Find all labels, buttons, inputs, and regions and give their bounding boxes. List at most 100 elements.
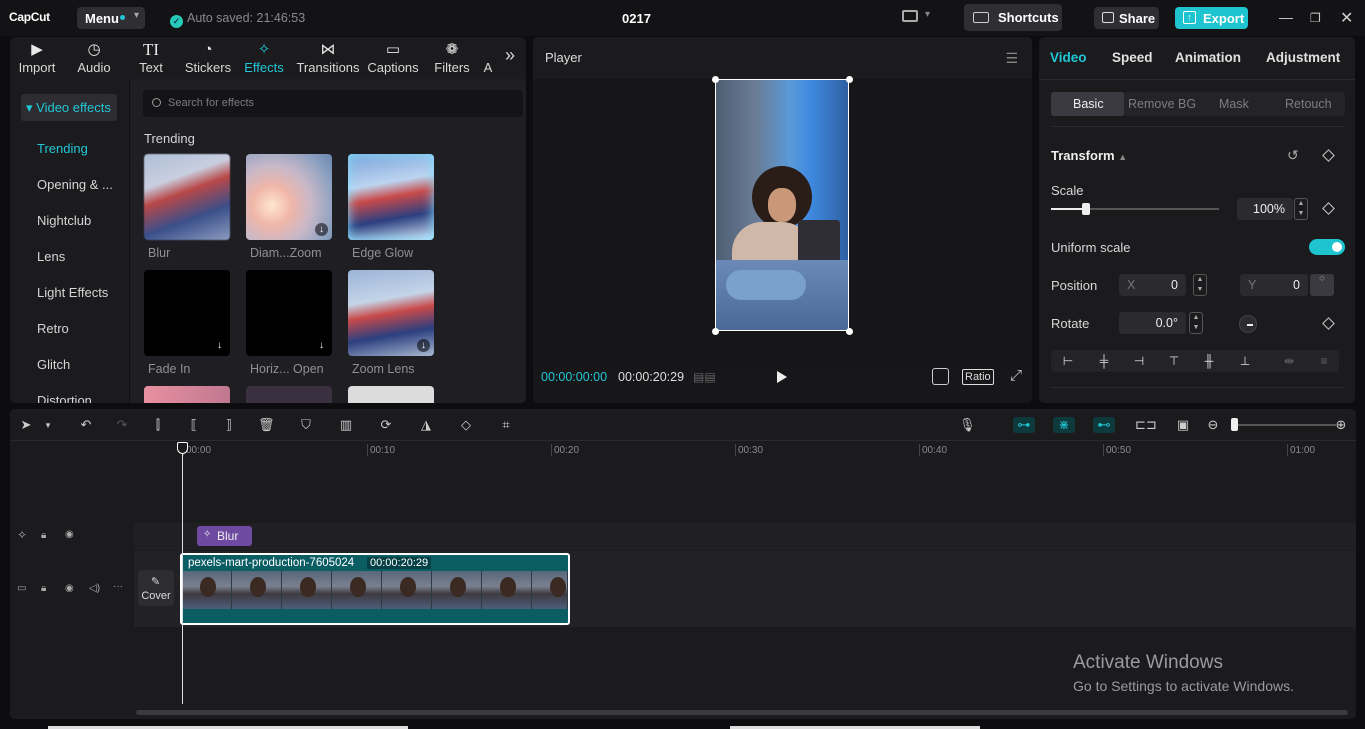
preview-axis-icon[interactable]: ▣: [1175, 417, 1191, 433]
ratio-button[interactable]: Ratio: [962, 369, 994, 385]
snapshot-icon[interactable]: [932, 368, 949, 385]
zoom-slider-knob[interactable]: [1231, 418, 1238, 431]
effect-tile-partial[interactable]: [246, 386, 332, 403]
link-main-track-icon[interactable]: ⊶: [1013, 417, 1035, 433]
keyframe-icon[interactable]: [1322, 317, 1335, 330]
delete-right-icon[interactable]: ⟧: [221, 417, 237, 433]
effect-tile-horizontal-open[interactable]: ↓: [246, 270, 332, 356]
sidebar-head-video-effects[interactable]: ▾ Video effects: [21, 94, 117, 121]
keyframe-icon[interactable]: [1322, 149, 1335, 162]
split-icon[interactable]: ⫿: [150, 417, 166, 433]
scale-slider-knob[interactable]: [1082, 203, 1091, 215]
horizontal-scrollbar[interactable]: [136, 710, 1348, 715]
tab-animation[interactable]: Animation: [1175, 50, 1241, 65]
fullscreen-icon[interactable]: ⤢: [1010, 367, 1022, 384]
resize-handle[interactable]: [846, 328, 853, 335]
align-right-icon[interactable]: ⊣: [1132, 354, 1146, 368]
crop-icon[interactable]: ⌗: [498, 417, 514, 433]
align-left-icon[interactable]: ⊢: [1061, 354, 1075, 368]
rotate-input[interactable]: 0.0°: [1119, 312, 1186, 334]
eye-icon[interactable]: ◉: [65, 529, 74, 540]
sidebar-item-lens[interactable]: Lens: [37, 249, 65, 264]
align-bottom-icon[interactable]: ⊥: [1238, 354, 1252, 368]
split-screen-icon[interactable]: ⊏⊐: [1135, 417, 1157, 433]
more-icon[interactable]: ···: [113, 581, 123, 592]
sidebar-item-retro[interactable]: Retro: [37, 321, 69, 336]
search-input[interactable]: Search for effects: [143, 90, 523, 117]
effect-tile-fade-in[interactable]: ↓: [144, 270, 230, 356]
resize-handle[interactable]: [846, 76, 853, 83]
uniform-scale-toggle[interactable]: [1309, 239, 1345, 255]
effect-tile-partial[interactable]: [144, 386, 230, 403]
minimize-icon[interactable]: —: [1279, 9, 1293, 25]
close-icon[interactable]: ✕: [1340, 8, 1353, 28]
delete-left-icon[interactable]: ⟦: [186, 417, 202, 433]
subtab-basic[interactable]: Basic: [1073, 97, 1104, 111]
menu-button[interactable]: Menu ▾: [77, 7, 145, 29]
play-icon[interactable]: [777, 371, 787, 383]
playhead-handle[interactable]: [177, 442, 188, 454]
align-center-v-icon[interactable]: ╫: [1202, 354, 1216, 368]
align-center-h-icon[interactable]: ╪: [1097, 354, 1111, 368]
layout-icon[interactable]: [902, 10, 918, 22]
sidebar-item-trending[interactable]: Trending: [37, 141, 88, 156]
shortcuts-button[interactable]: Shortcuts: [964, 4, 1062, 31]
undo-icon[interactable]: ↶: [78, 417, 94, 433]
time-ruler[interactable]: 00:00 00:10 00:20 00:30 00:40 00:50 01:0…: [134, 442, 1356, 462]
subtab-remove-bg[interactable]: Remove BG: [1128, 97, 1196, 111]
tab-adjustment[interactable]: Adjustment: [1266, 50, 1340, 65]
microphone-icon[interactable]: 🎙: [959, 417, 976, 433]
tab-stickers[interactable]: ◔ Stickers: [182, 37, 234, 79]
tab-captions[interactable]: ▭ Captions: [366, 37, 420, 79]
video-clip[interactable]: pexels-mart-production-7605024 00:00:20:…: [180, 553, 570, 625]
lock-icon[interactable]: 🔒︎: [41, 530, 46, 541]
zoom-out-icon[interactable]: ⊖: [1205, 417, 1221, 433]
effect-tile-edge-glow[interactable]: [348, 154, 434, 240]
effect-tile-partial[interactable]: [348, 386, 434, 403]
playhead[interactable]: [177, 442, 188, 704]
magnet-snap-icon[interactable]: ⋇: [1053, 417, 1075, 433]
speaker-icon[interactable]: ◁): [89, 583, 100, 594]
position-y-input[interactable]: Y0: [1240, 274, 1308, 296]
tab-speed[interactable]: Speed: [1112, 50, 1153, 65]
keyframe-icon[interactable]: [1322, 202, 1335, 215]
sidebar-item-light-effects[interactable]: Light Effects: [37, 285, 108, 300]
redo-icon[interactable]: ↷: [114, 417, 130, 433]
eye-icon[interactable]: ◉: [65, 583, 74, 594]
sidebar-item-opening[interactable]: Opening & ...: [37, 177, 113, 192]
rotate-stepper[interactable]: ▲ ▼: [1189, 312, 1203, 334]
effect-tile-zoom-lens[interactable]: ↓: [348, 270, 434, 356]
scale-stepper[interactable]: ▲ ▼: [1294, 198, 1308, 220]
subtab-mask[interactable]: Mask: [1219, 97, 1249, 111]
rotate-icon[interactable]: ◇: [458, 417, 474, 433]
chevron-down-icon[interactable]: ▾: [925, 9, 930, 20]
chevron-down-icon[interactable]: ▾: [40, 417, 56, 433]
marker-icon[interactable]: ⛉: [298, 417, 314, 433]
export-button[interactable]: ↑ Export: [1175, 7, 1248, 29]
section-transform[interactable]: Transform ▲: [1051, 148, 1127, 163]
linkage-icon[interactable]: ⊷: [1093, 417, 1115, 433]
distribute-v-icon[interactable]: ≡: [1317, 354, 1331, 368]
tab-text[interactable]: TI Text: [134, 37, 168, 79]
tab-transitions[interactable]: ⋈ Transitions: [295, 37, 361, 79]
select-cursor-icon[interactable]: ➤: [18, 417, 34, 433]
tab-filters[interactable]: ❁ Filters: [432, 37, 472, 79]
freeze-icon[interactable]: ▥: [338, 417, 354, 433]
sidebar-item-distortion[interactable]: Distortion: [37, 393, 92, 403]
position-x-input[interactable]: X0: [1119, 274, 1186, 296]
mirror-icon[interactable]: ◮: [418, 417, 434, 433]
rotate-dial[interactable]: [1239, 315, 1257, 333]
delete-icon[interactable]: 🗑: [258, 417, 275, 433]
tab-adjustment[interactable]: A: [482, 37, 494, 79]
scale-slider[interactable]: [1051, 203, 1219, 215]
effect-clip-blur[interactable]: ✧ Blur: [197, 526, 252, 546]
align-top-icon[interactable]: ⊤: [1167, 354, 1181, 368]
video-preview-frame[interactable]: [715, 79, 849, 331]
distribute-h-icon[interactable]: ⇹: [1282, 354, 1296, 368]
resize-handle[interactable]: [712, 328, 719, 335]
effect-tile-blur[interactable]: [144, 154, 230, 240]
position-keyframe-button[interactable]: ◇: [1310, 274, 1334, 296]
sidebar-item-nightclub[interactable]: Nightclub: [37, 213, 91, 228]
project-title[interactable]: 0217: [622, 11, 651, 26]
tab-import[interactable]: ▶ Import: [14, 37, 60, 79]
